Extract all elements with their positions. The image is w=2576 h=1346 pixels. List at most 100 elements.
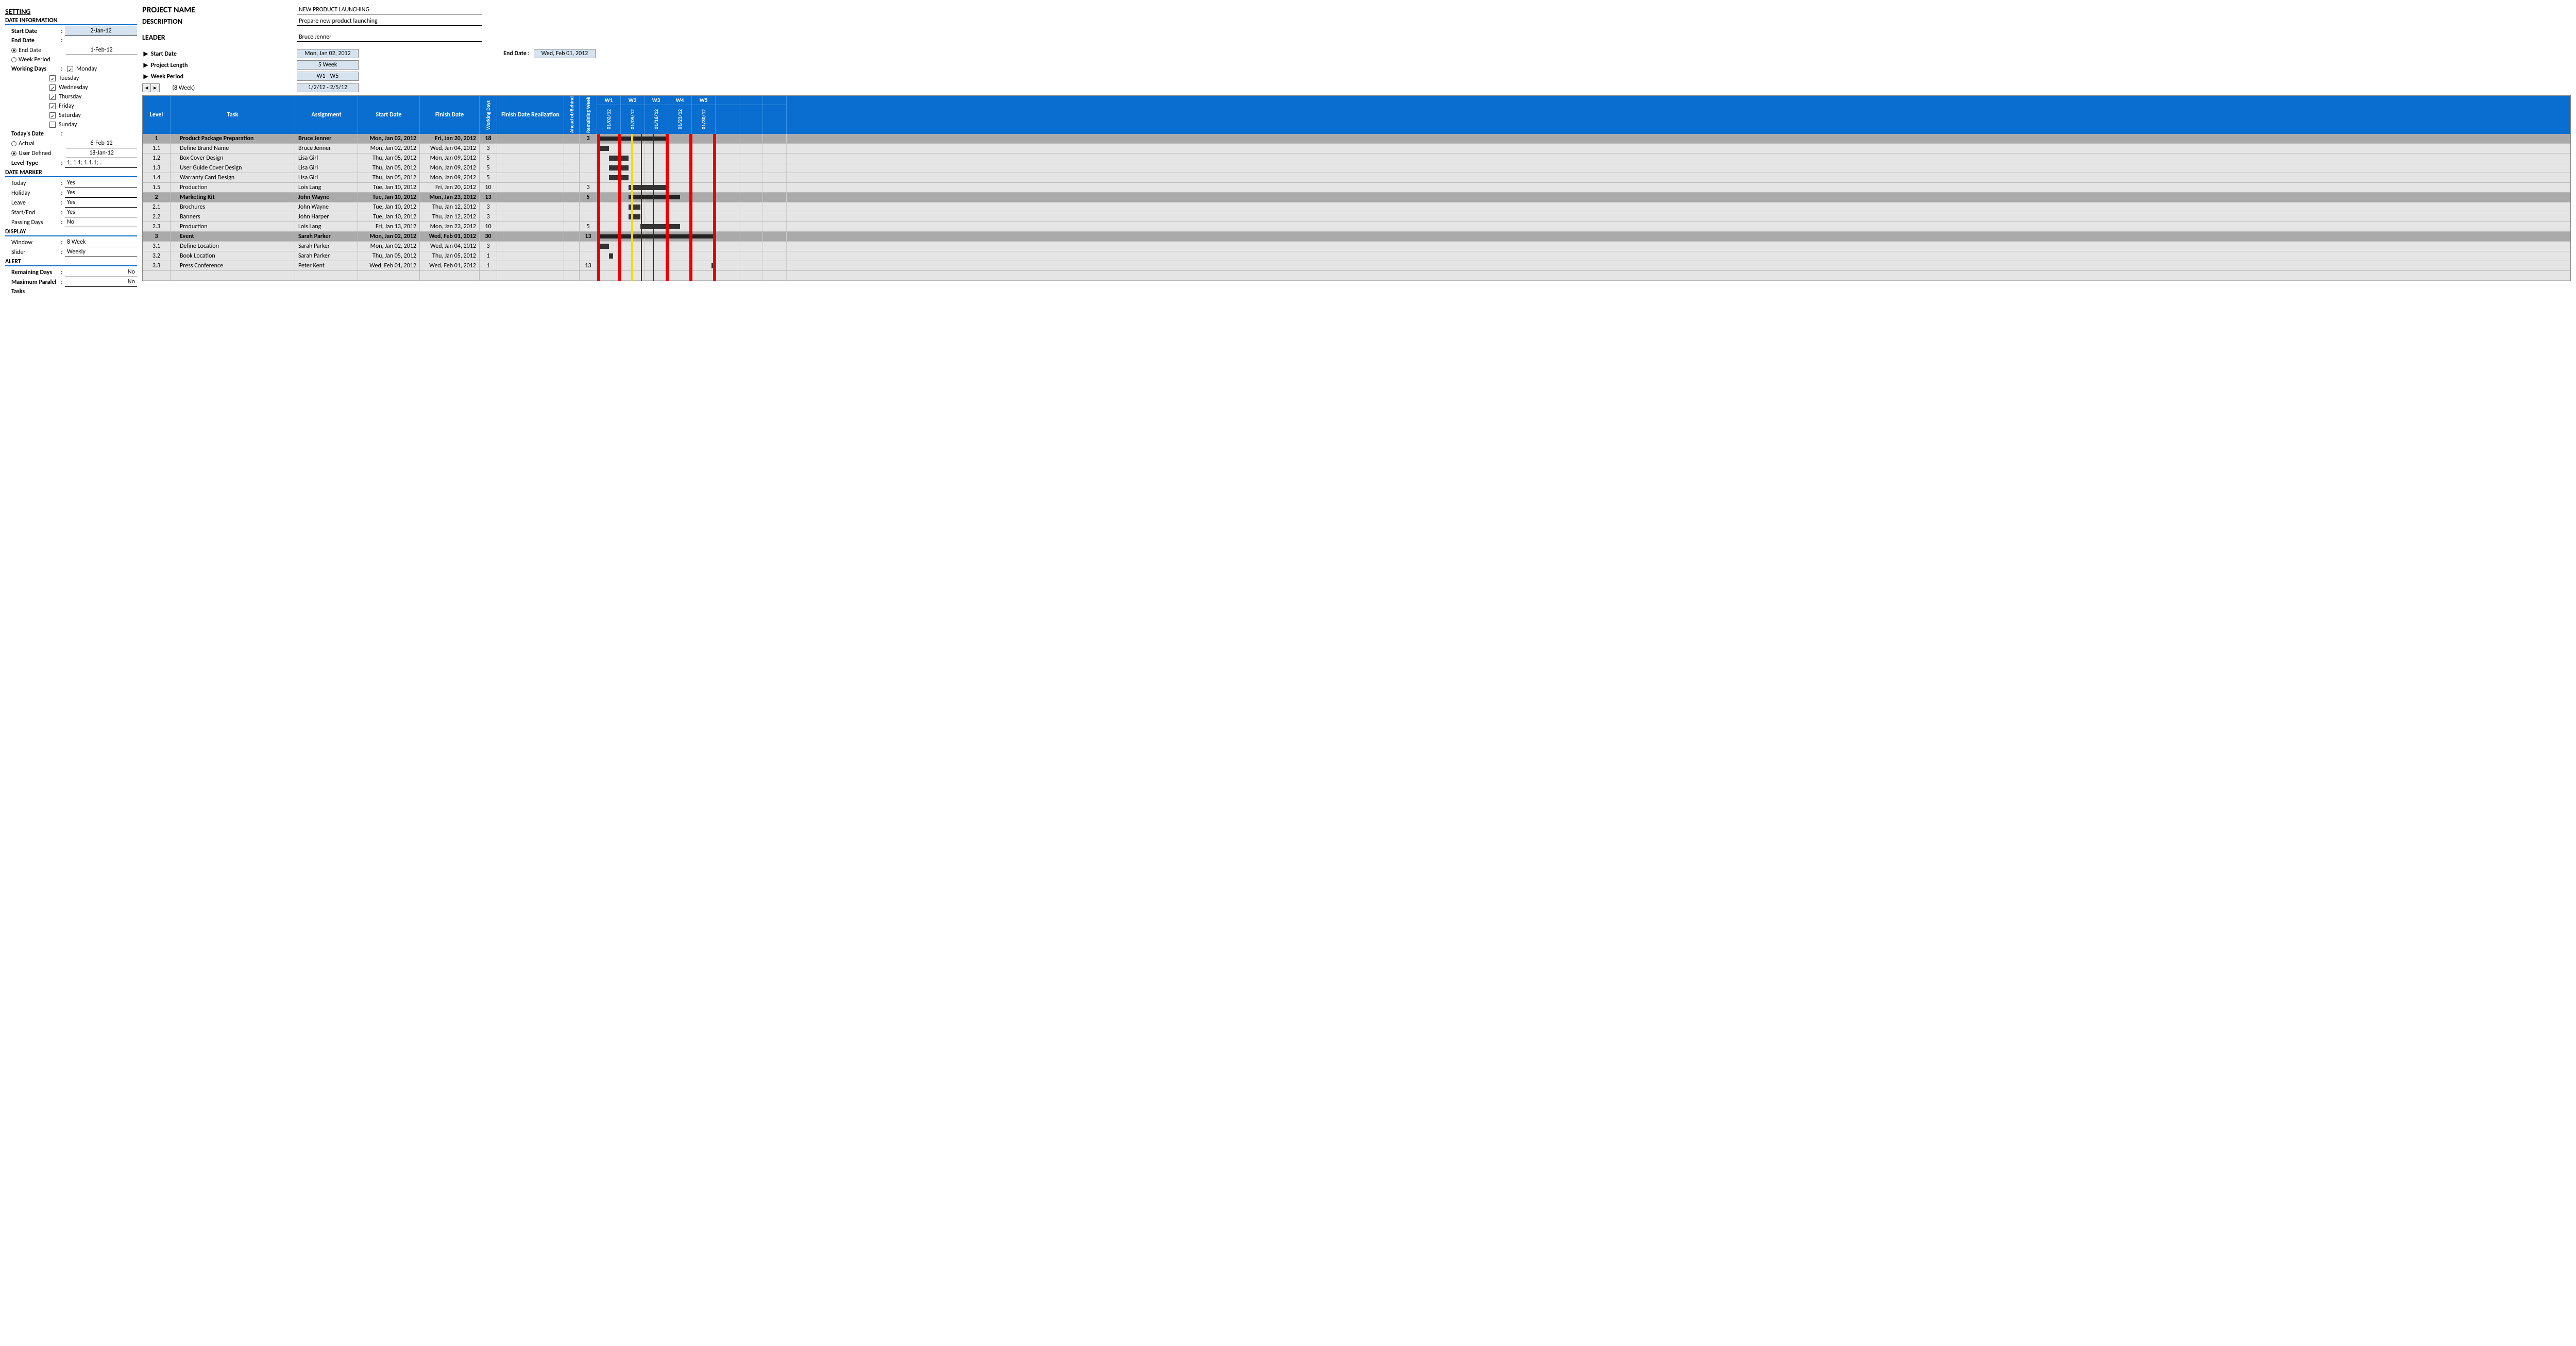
end-date-label-2: End Date : (482, 50, 534, 57)
display-window[interactable]: 8 Week (65, 237, 137, 247)
cell-remain (580, 144, 597, 153)
cell-realization[interactable] (497, 212, 564, 222)
cell-realization[interactable] (497, 144, 564, 153)
cell-realization[interactable] (497, 242, 564, 251)
alert-remaining[interactable]: No (65, 267, 137, 277)
marker-today[interactable]: Yes (65, 178, 137, 188)
cell-realization[interactable] (497, 202, 564, 212)
cell-task: Production (171, 222, 295, 231)
project-name[interactable]: NEW PRODUCT LAUNCHING (297, 6, 482, 14)
chk-sunday[interactable] (49, 122, 56, 128)
user-defined-date[interactable]: 18-Jan-12 (66, 148, 137, 158)
cell-start: Tue, Jan 10, 2012 (358, 202, 420, 212)
end-date-input[interactable]: 1-Feb-12 (66, 45, 137, 55)
cell-assignment: Peter Kent (295, 261, 358, 270)
gantt-header: Level Task Assignment Start Date Finish … (143, 96, 2570, 134)
chk-thursday[interactable] (49, 94, 56, 100)
expand-length-icon[interactable]: ▶ (142, 61, 149, 69)
task-row[interactable]: 3.2 Book Location Sarah Parker Thu, Jan … (143, 251, 2570, 261)
gantt-bar (597, 137, 668, 141)
gantt-bar (629, 205, 640, 210)
task-row[interactable]: 1 Product Package Preparation Bruce Jenn… (143, 134, 2570, 144)
start-date-input[interactable]: 2-Jan-12 (65, 26, 137, 36)
gantt-bar-area (597, 251, 2570, 261)
actual-radio[interactable] (11, 141, 16, 146)
task-row[interactable]: 1.1 Define Brand Name Bruce Jenner Mon, … (143, 144, 2570, 154)
actual-date[interactable]: 6-Feb-12 (66, 139, 137, 148)
cell-realization[interactable] (497, 173, 564, 182)
slider-prev-icon[interactable]: ◂ (143, 84, 151, 92)
cell-finish: Mon, Jan 09, 2012 (420, 173, 480, 182)
cell-remain (580, 163, 597, 173)
cell-realization[interactable] (497, 193, 564, 202)
col-week-6 (716, 96, 739, 134)
cell-ahead (564, 173, 580, 182)
gantt-bar-area (597, 242, 2570, 251)
user-defined-radio[interactable] (11, 151, 16, 156)
marker-passing[interactable]: No (65, 217, 137, 227)
task-row[interactable]: 2.2 Banners John Harper Tue, Jan 10, 201… (143, 212, 2570, 222)
task-row[interactable]: 3 Event Sarah Parker Mon, Jan 02, 2012 W… (143, 232, 2570, 242)
cell-ahead (564, 261, 580, 270)
level-type-input[interactable]: 1; 1.1; 1.1.1; .. (65, 158, 137, 168)
task-row[interactable]: 1.5 Production Lois Lang Tue, Jan 10, 20… (143, 183, 2570, 193)
main-panel: PROJECT NAME NEW PRODUCT LAUNCHING DESCR… (142, 5, 2571, 296)
description-label: DESCRIPTION (142, 17, 297, 26)
task-row[interactable]: 3.3 Press Conference Peter Kent Wed, Feb… (143, 261, 2570, 271)
cell-assignment: Sarah Parker (295, 232, 358, 241)
cell-realization[interactable] (497, 222, 564, 231)
chk-tuesday[interactable] (49, 75, 56, 81)
leader[interactable]: Bruce Jenner (297, 33, 482, 42)
cell-ahead (564, 193, 580, 202)
start-date-label: Start Date (5, 27, 59, 36)
chk-wednesday[interactable] (49, 84, 56, 91)
chk-friday[interactable] (49, 103, 56, 109)
display-slider[interactable]: Weekly (65, 247, 137, 257)
task-row[interactable]: 2 Marketing Kit John Wayne Tue, Jan 10, … (143, 193, 2570, 202)
task-row[interactable]: 1.4 Warranty Card Design Lisa Girl Thu, … (143, 173, 2570, 183)
expand-start-icon[interactable]: ▶ (142, 50, 149, 58)
cell-workdays: 13 (480, 193, 497, 202)
cell-realization[interactable] (497, 154, 564, 163)
task-row[interactable]: 1.3 User Guide Cover Design Lisa Girl Th… (143, 163, 2570, 173)
proj-period: W1 - W5 (297, 72, 359, 81)
cell-realization[interactable] (497, 251, 564, 261)
chk-saturday[interactable] (49, 112, 56, 118)
cell-task: Define Location (171, 242, 295, 251)
slider-next-icon[interactable]: ▸ (151, 84, 159, 92)
cell-ahead (564, 242, 580, 251)
cell-level: 1 (143, 134, 171, 143)
alert-parallel[interactable]: No (65, 277, 137, 287)
project-name-label: PROJECT NAME (142, 5, 297, 15)
marker-holiday[interactable]: Yes (65, 188, 137, 198)
cell-start: Mon, Jan 02, 2012 (358, 242, 420, 251)
marker-leave[interactable]: Yes (65, 198, 137, 208)
cell-remain: 3 (580, 134, 597, 143)
cell-realization[interactable] (497, 261, 564, 270)
marker-startend[interactable]: Yes (65, 208, 137, 217)
cell-realization[interactable] (497, 232, 564, 241)
task-row[interactable]: 1.2 Box Cover Design Lisa Girl Thu, Jan … (143, 154, 2570, 163)
cell-finish: Wed, Feb 01, 2012 (420, 261, 480, 270)
cell-remain (580, 251, 597, 261)
col-assignment: Assignment (295, 96, 358, 134)
col-remaining: Remaining Week (580, 96, 597, 134)
cell-realization[interactable] (497, 163, 564, 173)
task-row[interactable]: 2.3 Production Lois Lang Fri, Jan 13, 20… (143, 222, 2570, 232)
gantt-bar-area (597, 232, 2570, 241)
gantt-bar (629, 214, 640, 219)
end-date-radio[interactable] (11, 48, 16, 53)
chk-monday[interactable] (67, 66, 73, 72)
col-week-8 (763, 96, 787, 134)
cell-workdays: 1 (480, 261, 497, 270)
task-row[interactable]: 2.1 Brochures John Wayne Tue, Jan 10, 20… (143, 202, 2570, 212)
task-row[interactable]: 3.1 Define Location Sarah Parker Mon, Ja… (143, 242, 2570, 251)
cell-remain: 5 (580, 222, 597, 231)
week-period-radio[interactable] (11, 57, 16, 62)
cell-realization[interactable] (497, 183, 564, 192)
col-week-2: W201/09/12 (621, 96, 645, 134)
cell-realization[interactable] (497, 134, 564, 143)
cell-workdays: 5 (480, 154, 497, 163)
description[interactable]: Prepare new product launching (297, 17, 482, 26)
expand-period-icon[interactable]: ▶ (142, 73, 149, 80)
